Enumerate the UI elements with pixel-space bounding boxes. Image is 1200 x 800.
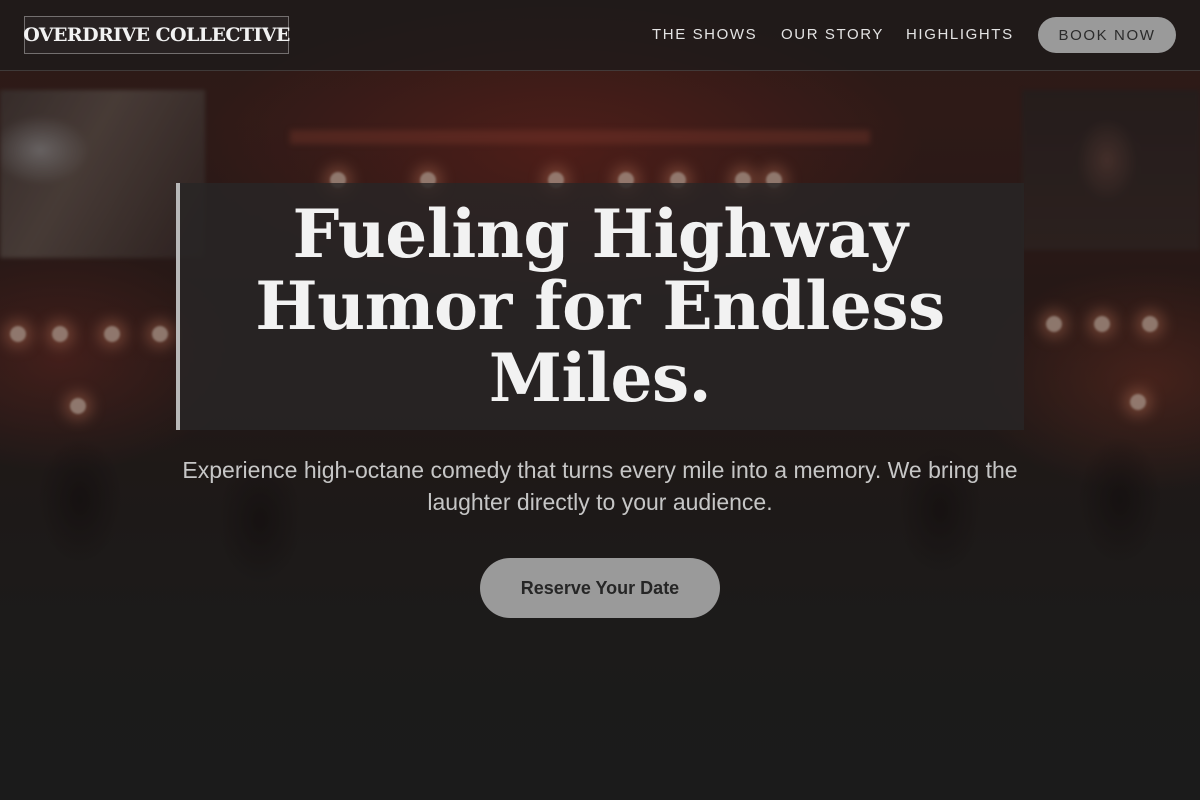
hero-headline: Fueling Highway Humor for Endless Miles. — [255, 195, 945, 417]
reserve-date-button[interactable]: Reserve Your Date — [480, 558, 720, 618]
site-header: OVERDRIVE COLLECTIVE THE SHOWS OUR STORY… — [0, 0, 1200, 71]
brand-logo[interactable]: OVERDRIVE COLLECTIVE — [23, 16, 290, 54]
nav-link-the-shows[interactable]: THE SHOWS — [652, 26, 757, 43]
nav-link-our-story[interactable]: OUR STORY — [781, 26, 884, 43]
landing-page: OVERDRIVE COLLECTIVE THE SHOWS OUR STORY… — [0, 0, 1200, 800]
nav-link-highlights[interactable]: HIGHLIGHTS — [906, 26, 1014, 43]
hero-subtitle: Experience high-octane comedy that turns… — [182, 457, 1018, 515]
book-now-button[interactable]: BOOK NOW — [1038, 17, 1176, 53]
